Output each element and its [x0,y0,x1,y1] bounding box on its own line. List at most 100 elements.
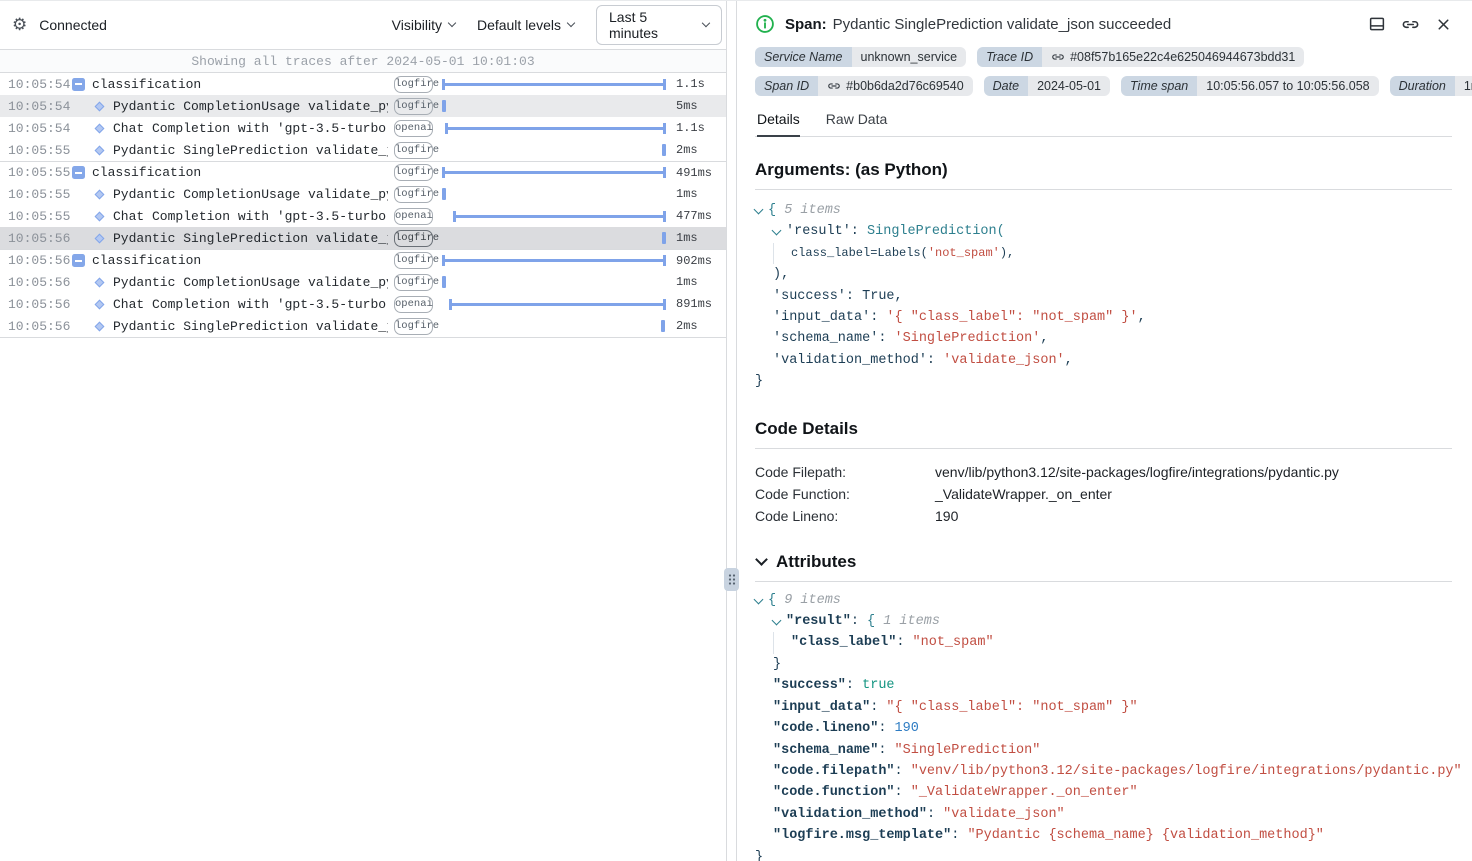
trace-row[interactable]: 10:05:55classificationlogfire491ms [0,161,726,183]
code-line: "logfire.msg_template": "Pydantic {schem… [755,825,1452,846]
code-token: "code.lineno" [773,718,878,739]
permalink-icon[interactable] [1401,15,1420,34]
code-token: 9 items [784,590,841,611]
duration-label: 1.1s [670,77,726,91]
code-details-table: Code Filepath:venv/lib/python3.12/site-p… [755,461,1452,527]
trace-row[interactable]: 10:05:54classificationlogfire1.1s [0,73,726,95]
duration-label: 902ms [670,254,726,268]
code-token: , [1138,307,1146,328]
duration-bar-track [442,139,670,161]
span-diamond-icon [95,189,105,199]
scope-badge: logfire [394,142,433,159]
code-detail-label: Code Lineno: [755,505,935,527]
tab-raw-data[interactable]: Raw Data [826,111,887,136]
code-token: 'SinglePrediction' [895,328,1041,349]
duration-bar [442,188,446,200]
trace-row[interactable]: 10:05:55Pydantic CompletionUsage validat… [0,183,726,205]
scope-badge: logfire [394,164,433,181]
trace-row[interactable]: 10:05:54 Pydantic CompletionUsage validat… [0,95,726,117]
span-start-time: 10:05:54 [8,121,70,136]
meta-badge: Time span10:05:56.057 to 10:05:56.058 [1121,76,1379,96]
collapse-chevron-icon[interactable] [772,226,782,236]
code-details-section-title: Code Details [755,419,1452,439]
attributes-section-title[interactable]: Attributes [755,552,1452,572]
span-name: Pydantic CompletionUsage validate_python [113,99,388,114]
collapse-toggle-icon[interactable] [72,78,85,91]
default-levels-dropdown[interactable]: Default levels [477,17,574,33]
duration-bar [442,83,666,86]
split-panel-icon[interactable] [1368,15,1386,33]
code-line: 'result': SinglePrediction( [755,221,1452,242]
code-token: } [755,371,763,392]
meta-badge-value[interactable]: #08f57b165e22c4e625046944673bdd31 [1042,47,1304,67]
trace-row[interactable]: 10:05:56Chat Completion with 'gpt-3.5-tu… [0,293,726,315]
scope-badge: openai [394,296,433,313]
duration-bar-track [442,250,670,272]
resize-grip-icon[interactable] [724,568,739,591]
collapse-chevron-icon[interactable] [754,205,764,215]
collapse-toggle-icon[interactable] [72,254,85,267]
trace-row[interactable]: 10:05:55Pydantic SinglePrediction valida… [0,139,726,161]
code-token: { [867,611,883,632]
scope-badge: logfire [394,98,433,115]
chevron-down-icon [448,19,456,27]
collapse-toggle-icon[interactable] [72,166,85,179]
chevron-down-icon[interactable] [755,553,768,566]
collapse-chevron-icon[interactable] [754,594,764,604]
duration-bar [445,127,666,130]
code-line: "code.function": "_ValidateWrapper._on_e… [755,782,1452,803]
panel-resizer[interactable] [727,1,736,861]
meta-badge-label: Service Name [755,47,852,67]
settings-gear-icon[interactable]: ⚙ [12,17,27,34]
span-start-time: 10:05:54 [8,99,70,114]
code-token: } [773,654,781,675]
span-name: Chat Completion with 'gpt-3.5-turbo-0613… [113,209,388,224]
code-line: } [755,371,1452,392]
code-token: "code.filepath" [773,761,895,782]
code-token: "logfire.msg_template" [773,825,951,846]
trace-row[interactable]: 10:05:56Pydantic CompletionUsage validat… [0,271,726,293]
tab-details[interactable]: Details [757,111,800,137]
code-detail-row: Code Filepath:venv/lib/python3.12/site-p… [755,461,1452,483]
meta-badge: Service Nameunknown_service [755,47,966,67]
trace-row[interactable]: 10:05:54Chat Completion with 'gpt-3.5-tu… [0,117,726,139]
trace-row[interactable]: 10:05:56Pydantic SinglePrediction valida… [0,315,726,337]
divider [755,189,1452,190]
duration-bar [442,100,446,112]
code-detail-value: 190 [935,505,958,527]
code-token: "code.function" [773,782,895,803]
code-token: : [870,697,886,718]
code-token: "_ValidateWrapper._on_enter" [911,782,1138,803]
code-token: : [951,825,967,846]
trace-row[interactable]: 10:05:56classificationlogfire902ms [0,249,726,271]
close-icon[interactable] [1435,16,1452,33]
code-token: true [862,675,894,696]
scope-badge: logfire [394,186,433,203]
badge-row-1: Service Nameunknown_service Trace ID#08f5… [755,47,1452,67]
code-token: 'validation_method': [773,350,943,371]
meta-badge: Duration1ms [1390,76,1472,96]
meta-badge: Date2024-05-01 [984,76,1110,96]
code-detail-value: venv/lib/python3.12/site-packages/logfir… [935,461,1339,483]
span-detail-header: Span:Pydantic SinglePrediction validate_… [755,14,1452,34]
code-token: 'schema_name': [773,328,895,349]
span-start-time: 10:05:56 [8,319,70,334]
time-range-dropdown[interactable]: Last 5 minutes [596,5,722,45]
visibility-dropdown[interactable]: Visibility [392,17,455,33]
arguments-section-title: Arguments: (as Python) [755,160,1452,180]
meta-badge-value[interactable]: #b0b6da2d76c69540 [818,76,972,96]
code-token: "Pydantic {schema_name} {validation_meth… [967,825,1323,846]
duration-bar-track [442,95,670,117]
trace-row[interactable]: 10:05:56Pydantic SinglePrediction valida… [0,227,726,249]
duration-bar [453,215,666,218]
code-token: 190 [895,718,919,739]
span-start-time: 10:05:54 [8,77,70,92]
meta-badge: Trace ID#08f57b165e22c4e625046944673bdd3… [977,47,1304,67]
trace-row[interactable]: 10:05:55Chat Completion with 'gpt-3.5-tu… [0,205,726,227]
code-line: { 5 items [755,200,1452,221]
collapse-chevron-icon[interactable] [772,616,782,626]
code-line: "validation_method": "validate_json" [755,804,1452,825]
span-diamond-icon [95,321,105,331]
duration-bar-track [442,162,670,184]
code-token: : [927,804,943,825]
